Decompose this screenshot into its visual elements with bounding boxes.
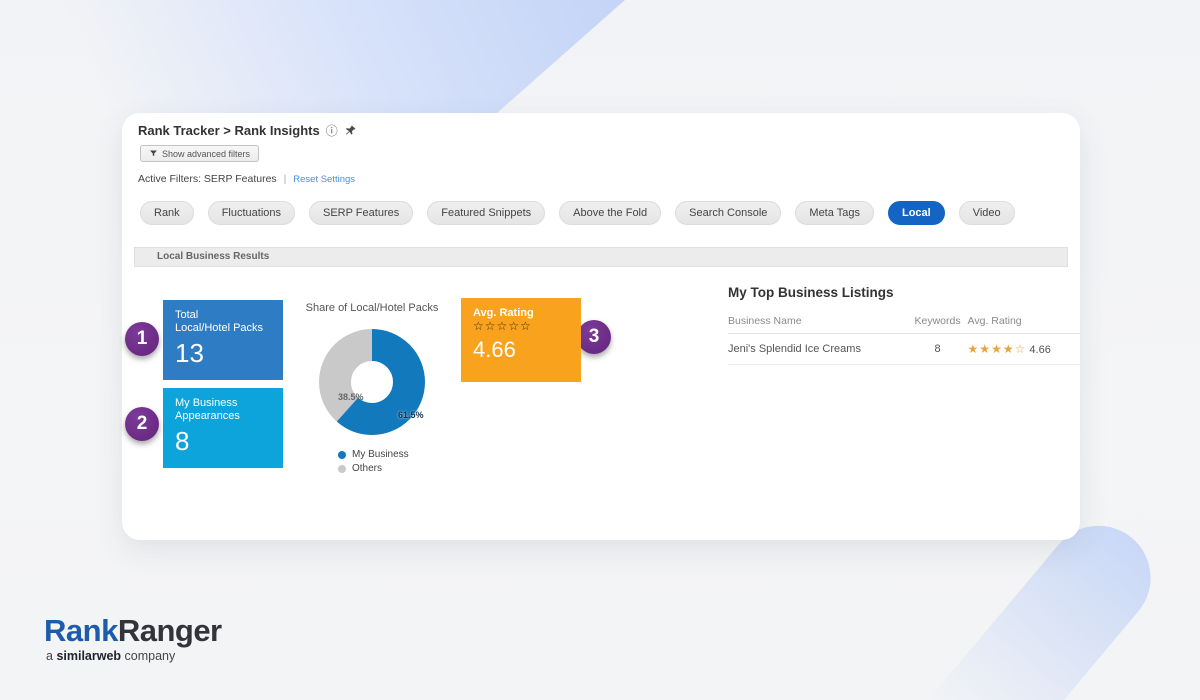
show-advanced-filters-label: Show advanced filters	[162, 148, 251, 159]
legend-dot-icon	[338, 451, 346, 459]
donut-legend: My Business Others	[338, 448, 462, 476]
reset-settings-link[interactable]: Reset Settings	[293, 174, 355, 185]
tagline-suffix: company	[121, 649, 176, 663]
tab-local[interactable]: Local	[887, 201, 945, 225]
stat-label-line2: Local/Hotel Packs	[175, 322, 264, 334]
tab-bar: Rank Fluctuations SERP Features Featured Sn…	[140, 201, 1015, 225]
column-header-avg-rating: Avg. Rating	[967, 310, 1080, 334]
stat-value: 13	[175, 338, 204, 368]
show-advanced-filters-button[interactable]: Show advanced filters	[140, 145, 260, 162]
logo-tagline: a similarweb company	[46, 649, 222, 663]
active-filters: Active Filters: SERP Features | Reset Se…	[138, 173, 355, 185]
tab-video[interactable]: Video	[958, 201, 1015, 225]
annotation-badge-2: 2	[125, 407, 159, 441]
tab-rank[interactable]: Rank	[140, 201, 194, 225]
rankranger-logo: RankRanger a similarweb company	[44, 614, 222, 664]
avg-rating-label: Avg. Rating	[473, 307, 534, 319]
breadcrumb-row: Rank Tracker > Rank Insights ⓘ	[138, 123, 357, 138]
active-filters-separator: |	[283, 173, 287, 185]
breadcrumb: Rank Tracker > Rank Insights	[138, 123, 320, 138]
stat-label-line2: Appearances	[175, 410, 240, 422]
keywords-count: 8	[907, 333, 968, 365]
legend-label: Others	[352, 463, 383, 474]
tab-fluctuations[interactable]: Fluctuations	[207, 201, 295, 225]
stat-label-line1: My Business	[175, 397, 238, 409]
main-panel: Rank Tracker > Rank Insights ⓘ Show adva…	[122, 113, 1080, 540]
stat-value: 8	[175, 426, 190, 456]
logo-wordmark: RankRanger	[44, 614, 222, 648]
column-header-keywords: Keywords	[907, 310, 968, 334]
legend-item-my-business: My Business	[338, 448, 462, 462]
page-background: Rank Tracker > Rank Insights ⓘ Show adva…	[0, 0, 1200, 700]
avg-rating-card: Avg. Rating ☆☆☆☆☆ 4.66	[461, 298, 581, 382]
tab-search-console[interactable]: Search Console	[675, 201, 782, 225]
funnel-icon	[149, 149, 158, 158]
stat-label-line1: Total	[175, 309, 199, 321]
legend-dot-icon	[338, 465, 346, 473]
tab-above-the-fold[interactable]: Above the Fold	[559, 201, 662, 225]
donut-chart-block: Share of Local/Hotel Packs 61.5% 38.5% M…	[282, 302, 462, 476]
rating-stars-icon: ☆☆☆☆☆	[473, 319, 532, 333]
star-rating-icon: ★★★★☆	[967, 342, 1027, 356]
section-header: Local Business Results	[134, 247, 1068, 267]
donut-chart-title: Share of Local/Hotel Packs	[305, 302, 439, 314]
annotation-badge-1: 1	[125, 322, 159, 356]
tab-featured-snippets[interactable]: Featured Snippets	[427, 201, 546, 225]
info-icon[interactable]: ⓘ	[326, 125, 338, 137]
tagline-similarweb: similarweb	[56, 649, 122, 663]
stat-card-my-business-appearances: My Business Appearances 8	[163, 388, 283, 468]
tab-serp-features[interactable]: SERP Features	[309, 201, 414, 225]
avg-rating-cell: ★★★★☆ 4.66	[967, 333, 1080, 365]
top-business-listings: My Top Business Listings Business Name Ke…	[728, 285, 1080, 365]
logo-rank: Rank	[44, 613, 118, 648]
donut-svg	[319, 329, 425, 435]
pushpin-icon[interactable]	[344, 124, 357, 137]
legend-item-others: Others	[338, 462, 462, 476]
legend-label: My Business	[352, 449, 409, 460]
tab-meta-tags[interactable]: Meta Tags	[795, 201, 874, 225]
donut-slice-label-my-business: 61.5%	[398, 410, 424, 420]
column-header-business-name: Business Name	[728, 310, 908, 334]
annotation-badge-3: 3	[577, 320, 611, 354]
stat-card-total-local-hotel-packs: Total Local/Hotel Packs 13	[163, 300, 283, 380]
tagline-prefix: a	[46, 649, 57, 663]
table-row: Jeni's Splendid Ice Creams 8 ★★★★☆ 4.66	[728, 333, 1080, 365]
avg-rating-value: 4.66	[473, 337, 516, 362]
donut-slice-label-others: 38.5%	[338, 392, 364, 402]
business-name: Jeni's Splendid Ice Creams	[728, 333, 908, 365]
listings-title: My Top Business Listings	[728, 285, 894, 300]
listings-table: Business Name Keywords Avg. Rating Jeni's …	[728, 310, 1080, 365]
active-filters-text: Active Filters: SERP Features	[138, 173, 277, 185]
logo-ranger: Ranger	[117, 613, 222, 648]
rating-value: 4.66	[1026, 344, 1051, 356]
donut-chart: 61.5% 38.5%	[312, 322, 432, 442]
